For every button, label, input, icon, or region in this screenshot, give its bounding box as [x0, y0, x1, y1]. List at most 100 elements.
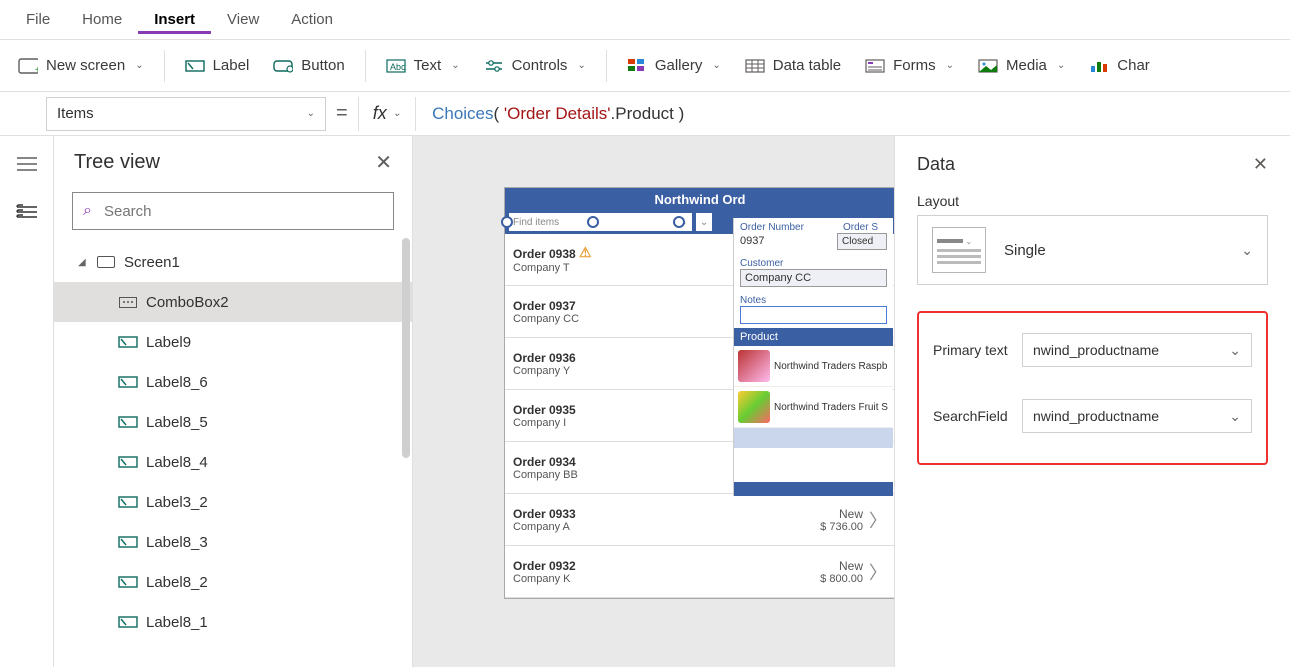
tree-item-label8_6[interactable]: Label8_6: [54, 362, 412, 402]
label-button-label: Label: [213, 57, 250, 74]
search-field-value: nwind_productname: [1033, 408, 1159, 424]
menu-action[interactable]: Action: [275, 5, 349, 34]
dropdown-icon[interactable]: ⌄: [696, 213, 712, 231]
tree-item-label: Label8_4: [146, 454, 208, 471]
menu-bar: File Home Insert View Action: [0, 0, 1290, 40]
chevron-right-icon: 〉: [869, 507, 887, 533]
formula-input[interactable]: Choices( 'Order Details'.Product ): [432, 104, 684, 124]
tree-item-label8_2[interactable]: Label8_2: [54, 562, 412, 602]
menu-file[interactable]: File: [10, 5, 66, 34]
detail-footer: [734, 482, 893, 496]
fx-button[interactable]: fx⌄: [369, 103, 405, 124]
chevron-down-icon: ⌄: [451, 60, 459, 71]
label-button[interactable]: Label: [175, 51, 260, 81]
order-id: Order 0932: [513, 559, 793, 573]
menu-view[interactable]: View: [211, 5, 275, 34]
chevron-right-icon: 〉: [869, 559, 887, 585]
new-screen-button[interactable]: + New screen ⌄: [8, 51, 154, 81]
tree-item-label: Label8_2: [146, 574, 208, 591]
button-button[interactable]: Button: [263, 51, 354, 81]
controls-icon: [484, 57, 504, 75]
order-status: New: [793, 507, 863, 521]
data-table-button[interactable]: Data table: [735, 51, 851, 81]
label-icon: [118, 334, 138, 350]
hamburger-icon[interactable]: [15, 154, 39, 174]
order-number-label: Order Number: [734, 218, 837, 233]
selection-handle[interactable]: [501, 216, 513, 228]
screen-icon: +: [18, 57, 38, 75]
data-panel: Data ✕ Layout ⌄ Single ⌄ Primary text nw…: [894, 136, 1290, 667]
primary-text-value: nwind_productname: [1033, 342, 1159, 358]
data-table-button-label: Data table: [773, 57, 841, 74]
customer-value[interactable]: Company CC: [740, 269, 887, 287]
forms-button-label: Forms: [893, 57, 936, 74]
gallery-button[interactable]: Gallery ⌄: [617, 51, 731, 81]
product-row[interactable]: Northwind Traders Raspb: [734, 346, 893, 387]
app-title: Northwind Ord: [505, 188, 895, 210]
left-rail: [0, 136, 54, 667]
forms-button[interactable]: Forms ⌄: [855, 51, 964, 81]
gallery-button-label: Gallery: [655, 57, 703, 74]
warning-icon: ⚠: [579, 244, 592, 260]
product-row[interactable]: Northwind Traders Fruit S: [734, 387, 893, 428]
controls-button-label: Controls: [512, 57, 568, 74]
label-icon: [118, 574, 138, 590]
tree-item-label8_4[interactable]: Label8_4: [54, 442, 412, 482]
controls-button[interactable]: Controls ⌄: [474, 51, 596, 81]
primary-text-dropdown[interactable]: nwind_productname ⌄: [1022, 333, 1252, 367]
selection-handle[interactable]: [587, 216, 599, 228]
find-items-input[interactable]: Find items⌄: [509, 213, 692, 231]
tree-view-icon[interactable]: [15, 202, 39, 222]
tree-item-combobox2[interactable]: ComboBox2: [54, 282, 412, 322]
expand-icon[interactable]: ◢: [78, 257, 88, 268]
media-button-label: Media: [1006, 57, 1047, 74]
canvas[interactable]: Northwind Ord Find items⌄ ⌄ Order 0938 ⚠…: [413, 136, 1290, 667]
media-button[interactable]: Media ⌄: [968, 51, 1075, 81]
scrollbar-thumb[interactable]: [402, 238, 410, 458]
notes-input[interactable]: [740, 306, 887, 324]
product-image: [738, 391, 770, 423]
product-name: Northwind Traders Fruit S: [774, 402, 888, 413]
chevron-down-icon: ⌄: [1229, 342, 1241, 359]
product-name: Northwind Traders Raspb: [774, 361, 887, 372]
text-button-label: Text: [414, 57, 442, 74]
tree-item-screen1[interactable]: ◢ Screen1: [54, 242, 412, 282]
tree-search-input[interactable]: [102, 202, 383, 221]
product-image: [738, 350, 770, 382]
tree-item-label3_2[interactable]: Label3_2: [54, 482, 412, 522]
close-icon[interactable]: ✕: [1253, 154, 1268, 175]
chevron-down-icon: ⌄: [1229, 408, 1241, 425]
svg-text:Abc: Abc: [390, 62, 406, 72]
selection-handle[interactable]: [673, 216, 685, 228]
layout-selector[interactable]: ⌄ Single ⌄: [917, 215, 1268, 285]
tree-item-label: Label8_3: [146, 534, 208, 551]
menu-insert[interactable]: Insert: [138, 5, 211, 34]
tree-item-label9[interactable]: Label9: [54, 322, 412, 362]
menu-home[interactable]: Home: [66, 5, 138, 34]
order-status-value[interactable]: Closed: [837, 233, 887, 250]
chevron-down-icon: ⌄: [577, 60, 585, 71]
tree-item-label: Label8_6: [146, 374, 208, 391]
tree-item-label8_3[interactable]: Label8_3: [54, 522, 412, 562]
tree-item-label8_1[interactable]: Label8_1: [54, 602, 412, 642]
text-icon: Abc: [386, 57, 406, 75]
label-icon: [118, 374, 138, 390]
tree-view-pane: Tree view ✕ ⌕ ◢ Screen1 ComboBox2Label9L…: [54, 136, 413, 667]
search-field-dropdown[interactable]: nwind_productname ⌄: [1022, 399, 1252, 433]
property-selector[interactable]: Items ⌄: [46, 97, 326, 131]
formula-bar: Items ⌄ = fx⌄ Choices( 'Order Details'.P…: [0, 92, 1290, 136]
notes-label: Notes: [734, 291, 893, 306]
text-button[interactable]: Abc Text ⌄: [376, 51, 470, 81]
order-amount: $ 736.00: [793, 521, 863, 533]
label-icon: [118, 614, 138, 630]
tree-item-label8_5[interactable]: Label8_5: [54, 402, 412, 442]
order-row[interactable]: Order 0932Company KNew$ 800.00〉: [505, 546, 895, 598]
property-selector-value: Items: [57, 105, 94, 122]
chevron-down-icon: ⌄: [135, 60, 143, 71]
close-icon[interactable]: ✕: [375, 150, 392, 175]
order-row[interactable]: Order 0933Company ANew$ 736.00〉: [505, 494, 895, 546]
chart-button[interactable]: Char: [1079, 51, 1160, 81]
label-icon: [185, 57, 205, 75]
tree-search[interactable]: ⌕: [72, 192, 394, 230]
tree-item-label: Screen1: [124, 254, 180, 271]
